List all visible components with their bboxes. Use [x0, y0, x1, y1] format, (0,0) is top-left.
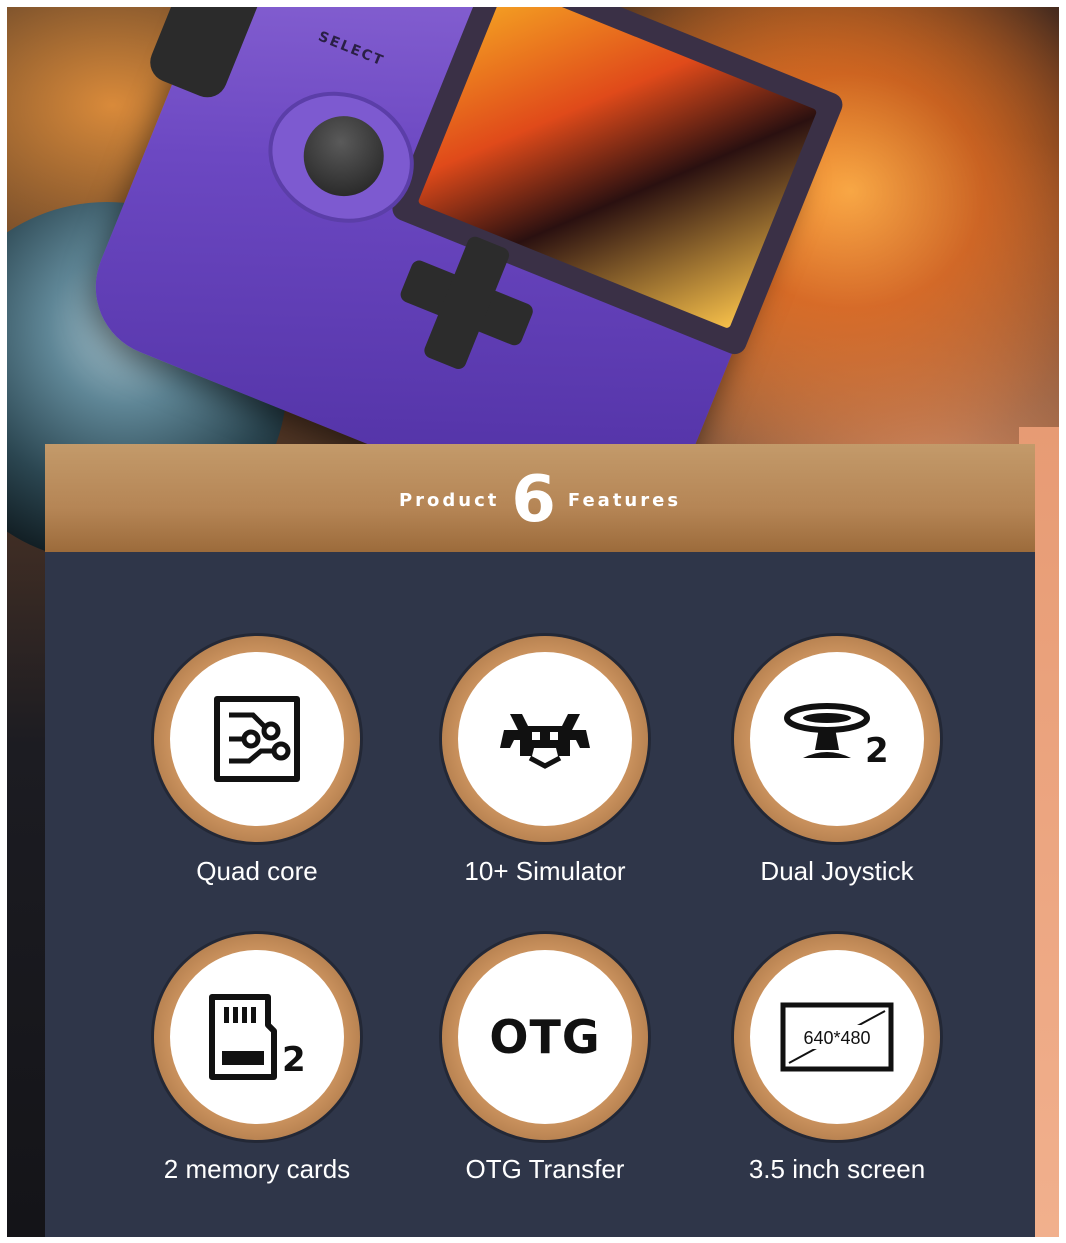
feature-label: 3.5 inch screen: [748, 1154, 926, 1184]
feature-otg: OTG OTG Transfer: [425, 934, 665, 1185]
resolution-text: 640*480: [803, 1028, 870, 1048]
feature-memory-cards: 2 2 memory cards: [137, 934, 377, 1185]
joystick: [291, 104, 396, 209]
feature-ring: [442, 636, 648, 842]
feature-ring: 2: [734, 636, 940, 842]
joystick-badge: 2: [865, 731, 889, 771]
features-panel: Product 6 Features Quad core 10+ Simulat…: [45, 444, 1035, 1237]
feature-simulator: 10+ Simulator: [425, 636, 665, 887]
banner-number: 6: [511, 463, 556, 537]
memory-badge: 2: [282, 1040, 306, 1080]
feature-label: 10+ Simulator: [464, 856, 626, 886]
feature-ring: [154, 636, 360, 842]
feature-ring: 640*480: [734, 934, 940, 1140]
feature-screen: 640*480 3.5 inch screen: [717, 934, 957, 1185]
otg-text-icon: OTG: [489, 1010, 601, 1064]
memory-card-icon: 2: [209, 994, 306, 1080]
circuit-chip-icon: [214, 696, 300, 782]
feature-label: 2 memory cards: [163, 1154, 351, 1184]
feature-label: Dual Joystick: [760, 856, 914, 886]
feature-ring: OTG: [442, 934, 648, 1140]
ad-frame: SELECT Product 6 Features Quad core 10+ …: [7, 7, 1059, 1237]
feature-quad-core: Quad core: [137, 636, 377, 887]
screen-resolution-icon: 640*480: [780, 1002, 894, 1072]
joystick-icon: 2: [784, 703, 889, 771]
feature-dual-joystick: 2 Dual Joystick: [717, 636, 957, 887]
retroarch-invader-icon: [500, 714, 590, 769]
feature-ring: 2: [154, 934, 360, 1140]
banner-word-features: Features: [567, 489, 682, 511]
feature-label: OTG Transfer: [465, 1154, 625, 1184]
feature-label: Quad core: [196, 856, 318, 886]
features-banner: Product 6 Features: [45, 444, 1035, 552]
banner-word-product: Product: [398, 489, 500, 511]
